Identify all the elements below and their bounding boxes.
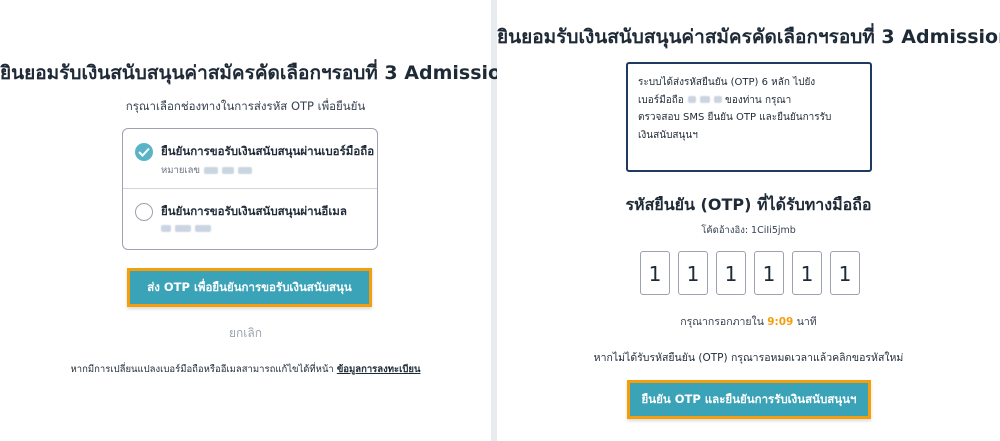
otp-digit-input[interactable]: 1: [792, 251, 822, 295]
otp-digit-input[interactable]: 1: [640, 251, 670, 295]
otp-digit-input[interactable]: 1: [678, 251, 708, 295]
cancel-link[interactable]: ยกเลิก: [0, 324, 491, 343]
footnote: หากมีการเปลี่ยนแปลงเบอร์มือถือหรืออีเมลส…: [0, 362, 491, 377]
notice-line: เบอร์มือถือ ของท่าน กรุณา: [638, 94, 792, 106]
send-otp-button[interactable]: ส่ง OTP เพื่อยืนยันการขอรับเงินสนับสนุน: [127, 268, 372, 307]
channel-options: ยืนยันการขอรับเงินสนับสนุนผ่านเบอร์มือถื…: [122, 128, 378, 250]
notice-line: ตรวจสอบ SMS ยืนยัน OTP และยืนยันการรับ: [638, 112, 832, 123]
option-mobile[interactable]: ยืนยันการขอรับเงินสนับสนุนผ่านเบอร์มือถื…: [123, 129, 377, 189]
otp-heading: รหัสยืนยัน (OTP) ที่ได้รับทางมือถือ: [625, 195, 872, 214]
option-email[interactable]: ยืนยันการขอรับเงินสนับสนุนผ่านอีเมล: [123, 189, 377, 249]
option-email-address: [161, 223, 211, 234]
radio-empty-icon[interactable]: [135, 203, 153, 221]
otp-digit-input[interactable]: 1: [716, 251, 746, 295]
countdown-value: 9:09: [767, 316, 794, 328]
confirm-otp-button[interactable]: ยืนยัน OTP และยืนยันการรับเงินสนับสนุนฯ: [627, 380, 871, 419]
resend-hint: หากไม่ได้รับรหัสยืนยัน (OTP) กรุณารอหมดเ…: [593, 352, 904, 364]
otp-channel-panel: ยินยอมรับเงินสนับสนุนค่าสมัครคัดเลือกฯรอ…: [0, 0, 515, 441]
registration-info-link[interactable]: ข้อมูลการลงทะเบียน: [337, 364, 421, 375]
check-circle-icon[interactable]: [135, 143, 153, 161]
channel-prompt: กรุณาเลือกช่องทางในการส่งรหัส OTP เพื่อย…: [125, 99, 366, 113]
otp-sent-notice: ระบบได้ส่งรหัสยืนยัน (OTP) 6 หลัก ไปยัง …: [626, 62, 872, 172]
otp-digit-input[interactable]: 1: [754, 251, 784, 295]
otp-digit-input[interactable]: 1: [830, 251, 860, 295]
otp-entry-panel: ยินยอมรับเงินสนับสนุนค่าสมัครคัดเลือกฯรอ…: [497, 0, 1000, 441]
option-mobile-number: หมายเลข: [161, 163, 252, 178]
notice-line: ระบบได้ส่งรหัสยืนยัน (OTP) 6 หลัก ไปยัง: [638, 77, 816, 88]
option-email-label: ยืนยันการขอรับเงินสนับสนุนผ่านอีเมล: [161, 204, 347, 218]
countdown: กรุณากรอกภายใน 9:09 นาที: [680, 316, 817, 328]
page-title: ยินยอมรับเงินสนับสนุนค่าสมัครคัดเลือกฯรอ…: [0, 62, 515, 84]
footnote-text: หากมีการเปลี่ยนแปลงเบอร์มือถือหรืออีเมลส…: [70, 364, 334, 375]
option-mobile-label: ยืนยันการขอรับเงินสนับสนุนผ่านเบอร์มือถื…: [161, 144, 375, 158]
reference-code: โค้ดอ้างอิง: 1CiIi5jmb: [701, 225, 796, 236]
page-title: ยินยอมรับเงินสนับสนุนค่าสมัครคัดเลือกฯรอ…: [497, 26, 1000, 48]
notice-line: เงินสนับสนุนฯ: [638, 129, 698, 141]
